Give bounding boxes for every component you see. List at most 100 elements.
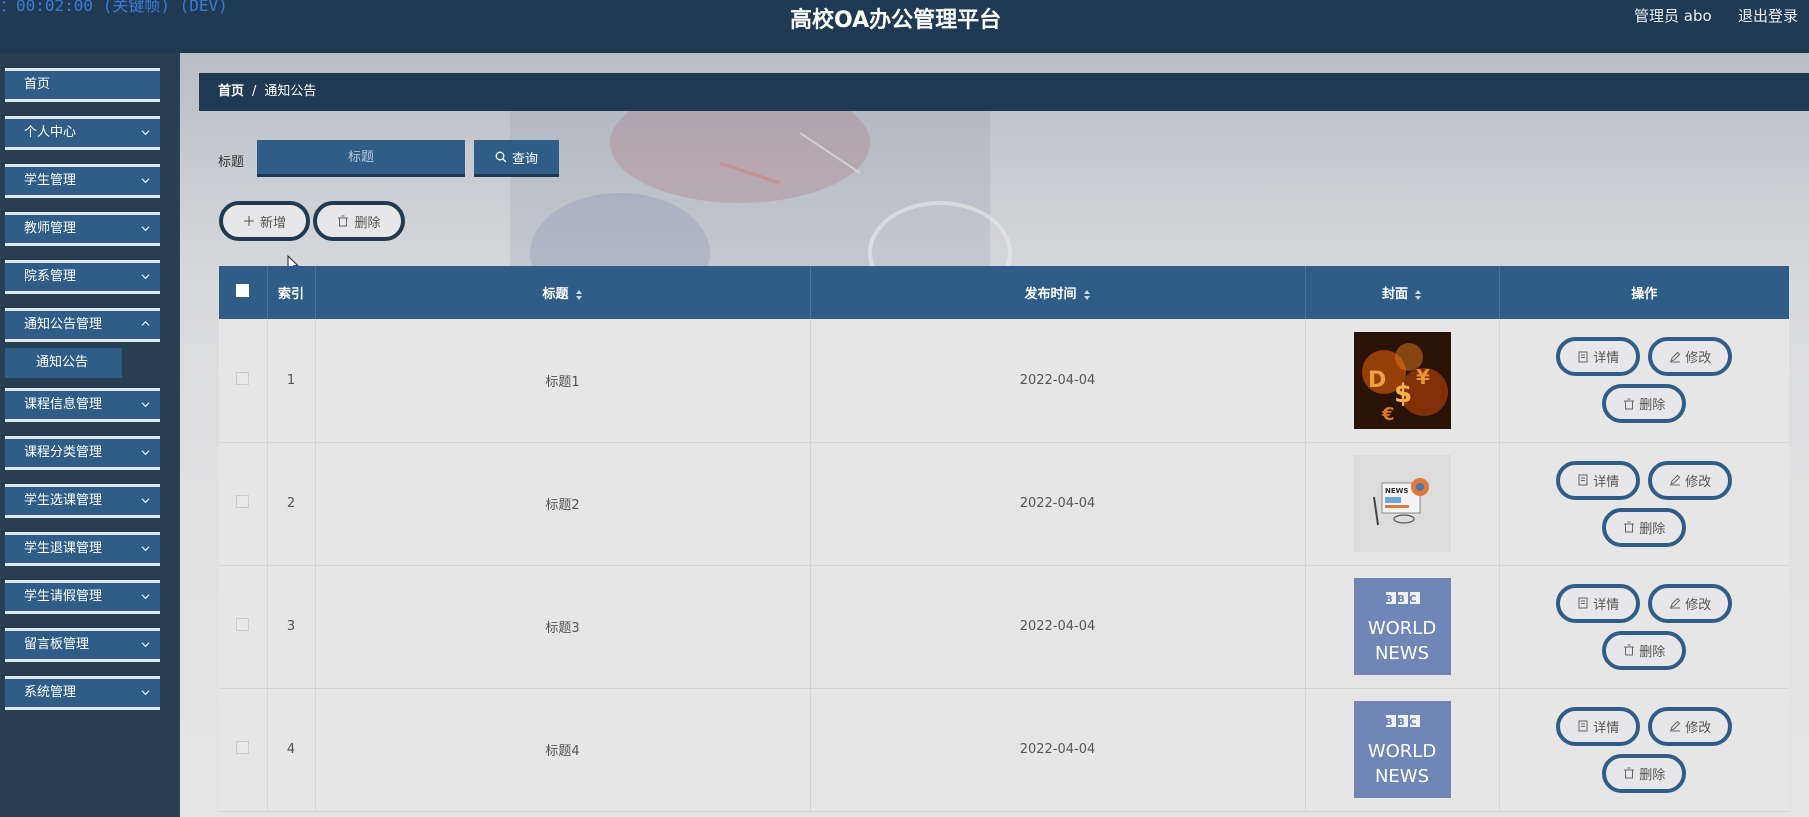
delete-button[interactable]: 删除	[1602, 507, 1687, 547]
header-cover[interactable]: 封面	[1305, 266, 1500, 319]
title-search-input[interactable]	[257, 140, 465, 177]
edit-button[interactable]: 修改	[1648, 706, 1733, 746]
sidebar-subitem-notice[interactable]: 通知公告	[5, 348, 122, 378]
edit-button[interactable]: 修改	[1648, 583, 1733, 623]
sidebar-item-label: 学生退课管理	[24, 541, 103, 556]
row-checkbox[interactable]	[236, 371, 250, 385]
edit-button-label: 修改	[1685, 351, 1712, 367]
detail-button[interactable]: 详情	[1556, 337, 1641, 377]
select-all-checkbox[interactable]	[236, 284, 250, 297]
edit-button[interactable]: 修改	[1648, 460, 1733, 500]
add-button[interactable]: 新增	[219, 201, 310, 241]
search-button[interactable]: 查询	[474, 140, 559, 177]
header-publish-time-label: 发布时间	[1024, 287, 1077, 302]
chevron-down-icon	[141, 178, 150, 184]
chevron-down-icon	[141, 226, 150, 232]
cover-image-bbc-world-news[interactable]: BBC WORLD NEWS	[1353, 701, 1451, 798]
detail-button[interactable]: 详情	[1556, 706, 1641, 746]
row-checkbox[interactable]	[236, 741, 250, 754]
logout-link[interactable]: 退出登录	[1738, 5, 1798, 26]
row-title: 标题4	[315, 688, 811, 811]
cover-news-text: NEWS	[1374, 766, 1428, 787]
chevron-down-icon	[141, 642, 150, 648]
sidebar-item-leave-mgmt[interactable]: 学生请假管理	[5, 580, 160, 614]
delete-button[interactable]: 删除	[1602, 630, 1687, 670]
sidebar-item-course-category-mgmt[interactable]: 课程分类管理	[5, 436, 160, 470]
sidebar-item-notice-mgmt[interactable]: 通知公告管理	[5, 308, 160, 342]
breadcrumb-current: 通知公告	[264, 84, 317, 99]
table-header-row: 索引 标题 发布时间 封面 操作	[219, 266, 1789, 319]
trash-icon	[1624, 521, 1635, 533]
chevron-down-icon	[141, 690, 150, 696]
breadcrumb-home[interactable]: 首页	[218, 84, 244, 99]
pencil-icon	[1670, 720, 1681, 732]
header-title[interactable]: 标题	[315, 266, 811, 319]
sort-icon	[575, 289, 582, 300]
edit-button-label: 修改	[1685, 720, 1712, 736]
sidebar-item-label: 学生选课管理	[24, 493, 103, 508]
sidebar-item-department-mgmt[interactable]: 院系管理	[5, 260, 160, 294]
trash-icon	[1624, 398, 1635, 410]
chevron-down-icon	[141, 274, 150, 280]
document-icon	[1578, 474, 1588, 486]
sidebar-item-home[interactable]: 首页	[5, 68, 160, 102]
sidebar-item-system-mgmt[interactable]: 系统管理	[5, 676, 160, 710]
delete-button-label: 删除	[1639, 521, 1666, 537]
current-user-label: 管理员 abo	[1634, 7, 1712, 25]
recording-time-overlay: ：00:02:00 (关键帧) (DEV)	[0, 0, 228, 15]
chevron-up-icon	[141, 321, 150, 326]
sidebar-item-label: 课程信息管理	[24, 397, 103, 412]
header-publish-time[interactable]: 发布时间	[810, 266, 1306, 319]
sidebar-item-personal-center[interactable]: 个人中心	[5, 116, 160, 150]
sidebar-item-course-selection-mgmt[interactable]: 学生选课管理	[5, 484, 160, 518]
row-checkbox[interactable]	[236, 495, 250, 508]
sidebar-item-teacher-mgmt[interactable]: 教师管理	[5, 212, 160, 246]
sort-icon	[1415, 289, 1421, 300]
document-icon	[1578, 597, 1588, 609]
sidebar-item-label: 课程分类管理	[24, 445, 103, 460]
chevron-down-icon	[141, 450, 150, 456]
header-ops: 操作	[1631, 287, 1658, 302]
detail-button-label: 详情	[1593, 720, 1620, 736]
trash-icon	[1624, 767, 1635, 779]
cover-news-text: NEWS	[1374, 643, 1428, 664]
delete-button[interactable]: 删除	[1602, 384, 1687, 424]
detail-button[interactable]: 详情	[1556, 583, 1641, 623]
row-title: 标题1	[315, 319, 811, 442]
main-content: 首页 / 通知公告 标题 查询 新增 删除 索引 标题 发布时间 封面	[180, 53, 1809, 817]
cover-world-text: WORLD	[1367, 741, 1435, 762]
detail-button[interactable]: 详情	[1556, 460, 1641, 500]
row-publish-time: 2022-04-04	[810, 688, 1306, 811]
delete-button-label: 删除	[1639, 767, 1666, 783]
delete-button-label: 删除	[1639, 644, 1666, 660]
row-actions: 详情 修改 删除	[1554, 706, 1734, 793]
table-row: 3 标题3 2022-04-04 BBC WORLD NEWS 详情 修改 删除	[219, 565, 1789, 688]
pencil-icon	[1670, 597, 1681, 609]
delete-button[interactable]: 删除	[1602, 753, 1687, 793]
search-label: 标题	[218, 155, 245, 170]
row-checkbox[interactable]	[236, 618, 250, 631]
sidebar-item-label: 学生请假管理	[24, 589, 103, 604]
sidebar-item-course-info-mgmt[interactable]: 课程信息管理	[5, 388, 160, 422]
table-row: 1 标题1 2022-04-04 D $ ¥ € 详情 修改 删除	[219, 319, 1789, 442]
edit-button-label: 修改	[1685, 597, 1712, 613]
cover-news-text: NEWS	[1385, 487, 1408, 495]
sidebar-item-label: 教师管理	[24, 221, 77, 236]
chevron-down-icon	[141, 130, 150, 136]
header-index: 索引	[267, 266, 316, 319]
cover-image-news[interactable]: NEWS	[1353, 455, 1451, 552]
bulk-delete-button[interactable]: 删除	[313, 201, 405, 241]
trash-icon	[338, 215, 349, 227]
search-button-label: 查询	[511, 151, 538, 167]
sidebar-item-student-mgmt[interactable]: 学生管理	[5, 164, 160, 198]
header-cover-label: 封面	[1381, 287, 1408, 302]
detail-button-label: 详情	[1593, 597, 1620, 613]
plus-icon	[243, 216, 254, 226]
cover-image-bbc-world-news[interactable]: BBC WORLD NEWS	[1353, 578, 1451, 675]
edit-button-label: 修改	[1685, 474, 1712, 490]
cover-image-money[interactable]: D $ ¥ €	[1353, 331, 1451, 429]
sidebar-item-course-drop-mgmt[interactable]: 学生退课管理	[5, 532, 160, 566]
row-index: 3	[267, 565, 316, 688]
edit-button[interactable]: 修改	[1648, 337, 1733, 377]
sidebar-item-message-board-mgmt[interactable]: 留言板管理	[5, 628, 160, 662]
